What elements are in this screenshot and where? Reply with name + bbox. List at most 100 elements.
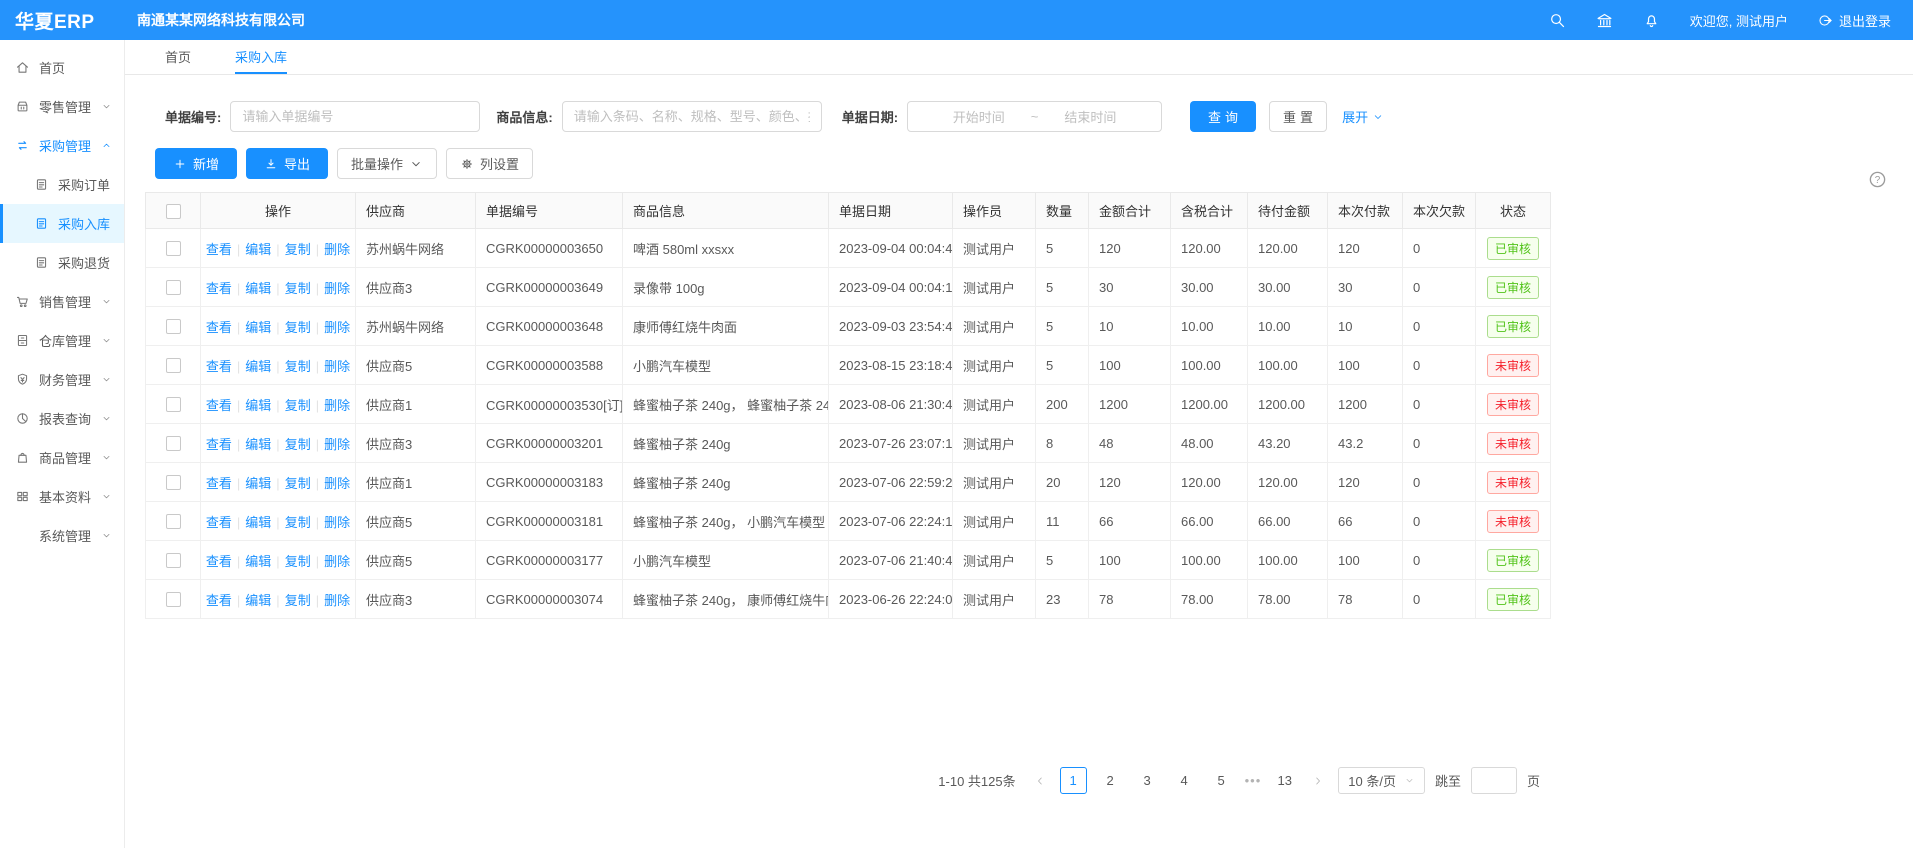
- pagination-ellipsis[interactable]: •••: [1245, 773, 1262, 788]
- row-checkbox[interactable]: [166, 319, 181, 334]
- action-copy-link[interactable]: 复制: [285, 398, 311, 413]
- tab-home[interactable]: 首页: [165, 40, 191, 74]
- action-view-link[interactable]: 查看: [206, 242, 232, 257]
- search-button[interactable]: 查询: [1190, 101, 1256, 132]
- sidebar-item-basic[interactable]: 基本资料: [0, 477, 124, 516]
- action-delete-link[interactable]: 删除: [324, 281, 350, 296]
- product-input[interactable]: [562, 101, 822, 132]
- cell-product: 蜂蜜柚子茶 240g， 小鹏汽车模型: [623, 502, 829, 541]
- row-checkbox[interactable]: [166, 280, 181, 295]
- jump-to-input[interactable]: [1471, 767, 1517, 794]
- search-icon[interactable]: [1549, 12, 1566, 29]
- row-checkbox[interactable]: [166, 514, 181, 529]
- action-delete-link[interactable]: 删除: [324, 398, 350, 413]
- action-view-link[interactable]: 查看: [206, 515, 232, 530]
- action-delete-link[interactable]: 删除: [324, 320, 350, 335]
- action-delete-link[interactable]: 删除: [324, 242, 350, 257]
- action-delete-link[interactable]: 删除: [324, 554, 350, 569]
- row-checkbox[interactable]: [166, 475, 181, 490]
- action-edit-link[interactable]: 编辑: [245, 281, 271, 296]
- action-edit-link[interactable]: 编辑: [245, 437, 271, 452]
- action-copy-link[interactable]: 复制: [285, 515, 311, 530]
- sidebar-item-purchase-inbound[interactable]: 采购入库: [0, 204, 124, 243]
- sidebar-item-sales[interactable]: 销售管理: [0, 282, 124, 321]
- action-copy-link[interactable]: 复制: [285, 242, 311, 257]
- row-checkbox[interactable]: [166, 592, 181, 607]
- action-delete-link[interactable]: 删除: [324, 437, 350, 452]
- cell-status: 已审核: [1476, 541, 1551, 580]
- action-view-link[interactable]: 查看: [206, 476, 232, 491]
- cell-status: 已审核: [1476, 268, 1551, 307]
- action-view-link[interactable]: 查看: [206, 554, 232, 569]
- action-edit-link[interactable]: 编辑: [245, 554, 271, 569]
- sidebar-item-system[interactable]: 系统管理: [0, 516, 124, 555]
- action-delete-link[interactable]: 删除: [324, 359, 350, 374]
- action-edit-link[interactable]: 编辑: [245, 320, 271, 335]
- row-checkbox[interactable]: [166, 397, 181, 412]
- sidebar-item-finance[interactable]: 财务管理: [0, 360, 124, 399]
- action-copy-link[interactable]: 复制: [285, 554, 311, 569]
- reset-button[interactable]: 重置: [1269, 101, 1327, 132]
- action-view-link[interactable]: 查看: [206, 359, 232, 374]
- row-checkbox[interactable]: [166, 436, 181, 451]
- row-checkbox[interactable]: [166, 241, 181, 256]
- table-row: 查看|编辑|复制|删除供应商3CGRK00000003201蜂蜜柚子茶 240g…: [146, 424, 1551, 463]
- action-copy-link[interactable]: 复制: [285, 281, 311, 296]
- logout-button[interactable]: 退出登录: [1818, 11, 1891, 30]
- action-edit-link[interactable]: 编辑: [245, 593, 271, 608]
- date-range-picker[interactable]: 开始时间 ~ 结束时间: [907, 101, 1162, 132]
- pagination-next-button[interactable]: [1308, 767, 1328, 794]
- action-copy-link[interactable]: 复制: [285, 593, 311, 608]
- pagination-page-1[interactable]: 1: [1060, 767, 1087, 794]
- action-copy-link[interactable]: 复制: [285, 359, 311, 374]
- pagination-page-5[interactable]: 5: [1208, 767, 1235, 794]
- action-separator: |: [316, 281, 319, 296]
- pagination-prev-button[interactable]: [1030, 767, 1050, 794]
- tab-purchase-inbound[interactable]: 采购入库: [235, 40, 287, 74]
- action-edit-link[interactable]: 编辑: [245, 515, 271, 530]
- sidebar-item-warehouse[interactable]: 仓库管理: [0, 321, 124, 360]
- sidebar-item-home[interactable]: 首页: [0, 48, 124, 87]
- action-view-link[interactable]: 查看: [206, 320, 232, 335]
- action-edit-link[interactable]: 编辑: [245, 476, 271, 491]
- select-all-checkbox[interactable]: [166, 204, 181, 219]
- action-delete-link[interactable]: 删除: [324, 515, 350, 530]
- action-view-link[interactable]: 查看: [206, 437, 232, 452]
- row-checkbox[interactable]: [166, 358, 181, 373]
- action-copy-link[interactable]: 复制: [285, 476, 311, 491]
- row-checkbox[interactable]: [166, 553, 181, 568]
- row-select-cell: [146, 541, 201, 580]
- action-view-link[interactable]: 查看: [206, 281, 232, 296]
- doc-icon: [34, 177, 49, 192]
- action-view-link[interactable]: 查看: [206, 593, 232, 608]
- pagination-page-2[interactable]: 2: [1097, 767, 1124, 794]
- sidebar-item-purchase[interactable]: 采购管理: [0, 126, 124, 165]
- bell-icon[interactable]: [1643, 12, 1660, 29]
- doc-icon: [34, 255, 49, 270]
- expand-link[interactable]: 展开: [1342, 107, 1384, 126]
- pagination-page-4[interactable]: 4: [1171, 767, 1198, 794]
- action-view-link[interactable]: 查看: [206, 398, 232, 413]
- sidebar-item-purchase-return[interactable]: 采购退货: [0, 243, 124, 282]
- export-button[interactable]: 导出: [246, 148, 328, 179]
- sidebar-item-purchase-order[interactable]: 采购订单: [0, 165, 124, 204]
- action-delete-link[interactable]: 删除: [324, 593, 350, 608]
- pagination-page-3[interactable]: 3: [1134, 767, 1161, 794]
- add-button[interactable]: 新增: [155, 148, 237, 179]
- action-edit-link[interactable]: 编辑: [245, 242, 271, 257]
- action-edit-link[interactable]: 编辑: [245, 359, 271, 374]
- help-icon[interactable]: ?: [1868, 170, 1887, 189]
- batch-actions-button[interactable]: 批量操作: [337, 148, 437, 179]
- action-copy-link[interactable]: 复制: [285, 320, 311, 335]
- column-settings-button[interactable]: 列设置: [446, 148, 533, 179]
- bank-icon[interactable]: [1596, 12, 1613, 29]
- pagination-page-13[interactable]: 13: [1271, 767, 1298, 794]
- bill-no-input[interactable]: [230, 101, 480, 132]
- action-edit-link[interactable]: 编辑: [245, 398, 271, 413]
- sidebar-item-report[interactable]: 报表查询: [0, 399, 124, 438]
- action-delete-link[interactable]: 删除: [324, 476, 350, 491]
- page-size-select[interactable]: 10 条/页: [1338, 767, 1425, 794]
- sidebar-item-goods[interactable]: 商品管理: [0, 438, 124, 477]
- sidebar-item-retail[interactable]: 零售管理: [0, 87, 124, 126]
- action-copy-link[interactable]: 复制: [285, 437, 311, 452]
